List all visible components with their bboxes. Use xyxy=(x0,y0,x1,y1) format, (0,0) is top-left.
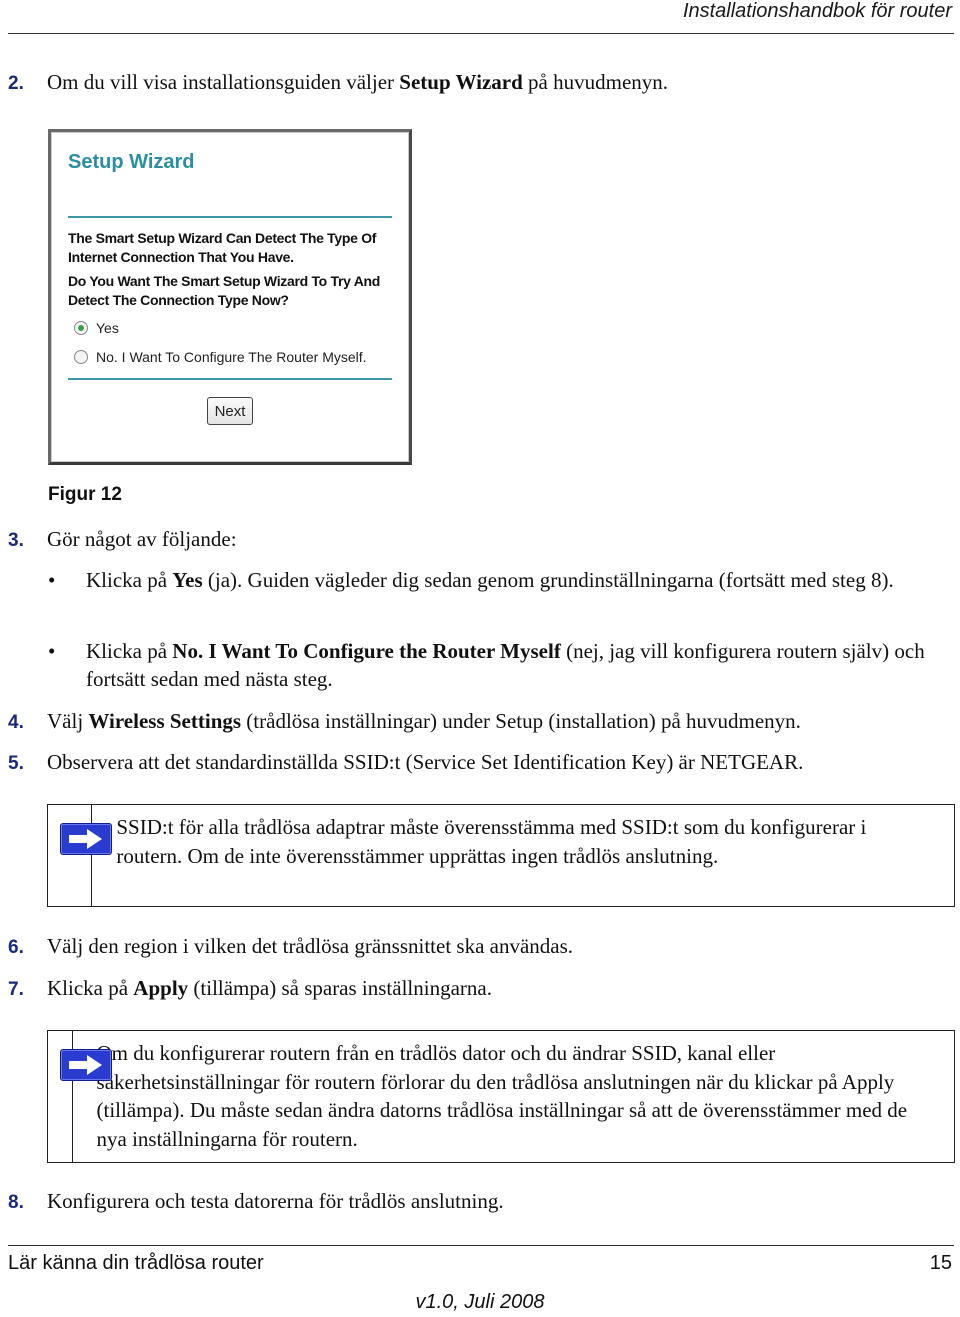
radio-button-checked[interactable] xyxy=(74,321,88,335)
step-number: 3. xyxy=(8,530,24,551)
step-number: 2. xyxy=(8,73,24,94)
footer-rule xyxy=(8,1245,954,1246)
step-3: 3. Gör något av följande: xyxy=(8,525,237,555)
note-text: SSID:t för alla trådlösa adaptrar måste … xyxy=(116,815,867,868)
wizard-question: Do You Want The Smart Setup Wizard To Tr… xyxy=(68,273,381,308)
document-version: v1.0, Juli 2008 xyxy=(415,1291,545,1313)
radio-button-unchecked[interactable] xyxy=(74,350,88,364)
radio-yes[interactable]: Yes xyxy=(74,320,119,336)
figure-caption: Figur 12 xyxy=(48,484,122,505)
wizard-title: Setup Wizard xyxy=(68,151,195,173)
header-rule xyxy=(8,33,954,34)
setup-wizard-screenshot: Setup Wizard The Smart Setup Wizard Can … xyxy=(48,129,412,465)
note-box-wireless-config: Om du konfigurerar routern från en trådl… xyxy=(47,1030,955,1163)
footer-chapter-title: Lär känna din trådlösa router xyxy=(8,1252,264,1274)
wizard-divider-bottom xyxy=(68,378,392,380)
note-text: Om du konfigurerar routern från en trådl… xyxy=(96,1041,908,1151)
bullet-item-yes: • Klicka på Yes (ja). Guiden vägleder di… xyxy=(48,568,894,592)
running-header: Installationshandbok för router xyxy=(682,0,952,22)
bullet-marker: • xyxy=(48,568,56,592)
bullet-item-no: • Klicka på No. I Want To Configure the … xyxy=(48,639,925,691)
step-7: 7. Klicka på Apply (tillämpa) så sparas i… xyxy=(8,974,492,1004)
step-number: 8. xyxy=(8,1192,24,1213)
note-box-ssid: SSID:t för alla trådlösa adaptrar måste … xyxy=(47,804,955,907)
wizard-divider-top xyxy=(68,216,392,218)
next-button[interactable]: Next xyxy=(207,397,253,425)
arrow-right-icon xyxy=(60,823,112,855)
arrow-right-icon xyxy=(60,1049,112,1081)
wizard-description: The Smart Setup Wizard Can Detect The Ty… xyxy=(68,230,377,265)
step-5: 5. Observera att det standardinställda SS… xyxy=(8,748,803,778)
step-8: 8. Konfigurera och testa datorerna för tr… xyxy=(8,1187,504,1217)
step-number: 4. xyxy=(8,712,24,733)
step-number: 5. xyxy=(8,753,24,774)
step-6: 6. Välj den region i vilken det trådlösa … xyxy=(8,932,573,962)
step-4: 4. Välj Wireless Settings (trådlösa instä… xyxy=(8,707,801,737)
page-number: 15 xyxy=(929,1252,952,1274)
radio-no-configure-myself[interactable]: No. I Want To Configure The Router Mysel… xyxy=(74,349,367,365)
step-number: 7. xyxy=(8,979,24,1000)
step-number: 6. xyxy=(8,937,24,958)
bullet-marker: • xyxy=(48,639,56,663)
step-2: 2. Om du vill visa installationsguiden vä… xyxy=(8,68,668,98)
